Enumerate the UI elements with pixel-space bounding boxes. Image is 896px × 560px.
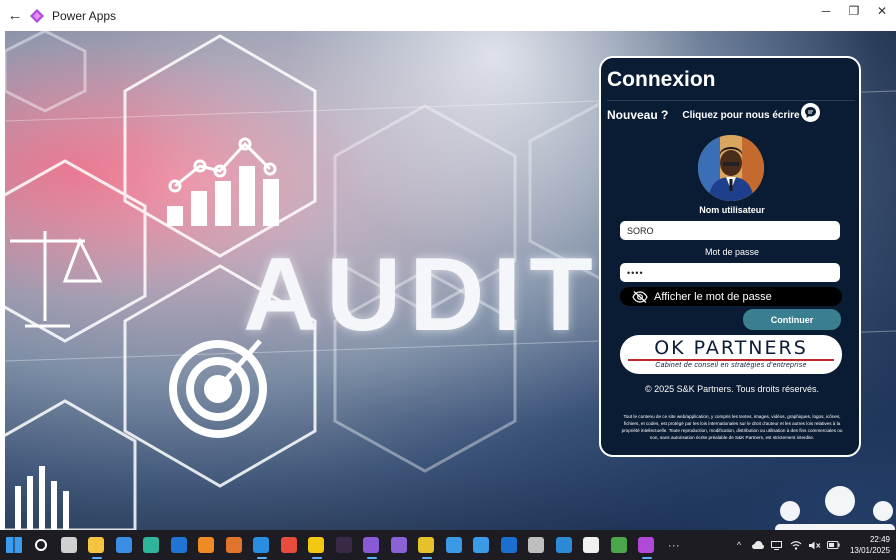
windows-start-icon [5, 537, 22, 553]
taskbar-item[interactable] [468, 530, 496, 560]
xampp-icon [198, 537, 215, 553]
close-button[interactable]: ✕ [868, 0, 896, 22]
taskbar-item[interactable] [83, 530, 111, 560]
taskbar-item[interactable] [193, 530, 221, 560]
microsoft-store-icon [115, 537, 132, 553]
eye-slash-icon [632, 290, 648, 303]
clock-date: 13/01/2025 [849, 546, 890, 555]
password-label: Mot de passe [704, 247, 760, 257]
new-user-label: Nouveau ? [607, 108, 669, 122]
clock-time: 22:49 [869, 535, 890, 544]
terminal-app-icon [335, 537, 352, 553]
taskbar-item[interactable] [633, 530, 661, 560]
visual-studio-icon [390, 537, 407, 553]
taskbar-item[interactable] [550, 530, 578, 560]
color-app-icon [280, 537, 297, 553]
battery-icon[interactable] [826, 530, 842, 560]
search-icon [35, 539, 48, 551]
taskbar-clock[interactable]: 22:49 13/01/2025 [850, 534, 890, 556]
taskbar-item[interactable] [28, 530, 56, 560]
show-password-label: Afficher le mot de passe [654, 290, 772, 303]
taskbar-item[interactable] [303, 530, 331, 560]
image-app-icon [610, 537, 627, 553]
taskbar-item[interactable] [330, 530, 358, 560]
legal-notice: Tout le contenu de ce site web/applicati… [621, 414, 843, 440]
display-tray-icon[interactable] [769, 530, 785, 560]
capcut-icon [583, 537, 600, 553]
logo-underline [628, 359, 834, 361]
taskbar-item[interactable] [440, 530, 468, 560]
password-field[interactable]: •••• [620, 263, 840, 282]
more-apps-icon: ··· [667, 538, 680, 552]
continue-button[interactable]: Continuer [743, 309, 841, 330]
media-app-icon [363, 537, 380, 553]
taskbar-item[interactable] [275, 530, 303, 560]
show-password-toggle[interactable]: Afficher le mot de passe [620, 287, 842, 306]
onedrive-sync-icon [445, 537, 462, 553]
matlab-icon [225, 537, 242, 553]
chat-bubble-icon [805, 107, 816, 118]
bar-chart-icon [15, 466, 69, 530]
taskbar-apps: ··· [0, 530, 688, 560]
copyright-text: © 2025 S&K Partners. Tous droits réservé… [644, 384, 820, 394]
login-card: Connexion Nouveau ? Cliquez pour nous éc… [599, 56, 861, 457]
logo-tagline: Cabinet de conseil en stratégies d'entre… [655, 362, 807, 369]
system-tray: ^ 22:49 13/01/2025 [728, 530, 890, 560]
split-app-icon [555, 537, 572, 553]
powerbi-icon [308, 537, 325, 553]
taskbar-item[interactable] [110, 530, 138, 560]
cloud-app-icon [473, 537, 490, 553]
clock-app-icon [528, 537, 545, 553]
login-title: Connexion [607, 68, 716, 91]
restore-button[interactable]: ❐ [840, 0, 868, 22]
user-avatar [698, 135, 764, 201]
taskbar-item[interactable] [578, 530, 606, 560]
show-hidden-icons-chevron[interactable]: ^ [731, 530, 747, 560]
outlook-icon [170, 537, 187, 553]
wifi-icon[interactable] [788, 530, 804, 560]
taskbar-item[interactable] [0, 530, 28, 560]
minimize-button[interactable]: ─ [812, 0, 840, 22]
username-label: Nom utilisateur [699, 205, 765, 215]
taskbar-item[interactable] [495, 530, 523, 560]
window-titlebar: ← Power Apps ─ ❐ ✕ [0, 0, 896, 31]
logo-wordmark: OK PARTNERS [654, 337, 808, 359]
vscode-icon [253, 537, 270, 553]
justice-scale-icon [10, 231, 103, 328]
taskbar-item[interactable] [220, 530, 248, 560]
growth-chart-icon [167, 137, 279, 226]
taskbar-item[interactable] [413, 530, 441, 560]
avatar-portrait-icon [698, 135, 764, 201]
people-group-icon [775, 486, 895, 530]
chrome-icon [418, 537, 435, 553]
company-logo: OK PARTNERS Cabinet de conseil en straté… [620, 335, 842, 374]
chat-button[interactable] [801, 103, 820, 122]
title-divider [607, 100, 855, 101]
power-apps-logo-icon [30, 8, 44, 23]
azure-app-icon [500, 537, 517, 553]
taskbar-item[interactable] [55, 530, 83, 560]
taskbar-item[interactable] [385, 530, 413, 560]
taskbar-item[interactable] [523, 530, 551, 560]
username-field[interactable]: SORO [620, 221, 840, 240]
taskbar-item[interactable] [138, 530, 166, 560]
taskbar-item[interactable] [358, 530, 386, 560]
audit-headline: AUDIT [243, 237, 601, 353]
task-view-icon [60, 537, 77, 553]
window-title: Power Apps [52, 8, 117, 23]
power-apps-icon [638, 537, 655, 553]
volume-muted-icon[interactable] [807, 530, 823, 560]
taskbar-item[interactable] [248, 530, 276, 560]
sway-icon [143, 537, 160, 553]
file-explorer-icon [88, 537, 105, 553]
taskbar-item[interactable] [165, 530, 193, 560]
taskbar-item[interactable] [605, 530, 633, 560]
contact-link[interactable]: Cliquez pour nous écrire [682, 110, 799, 121]
onedrive-tray-icon[interactable] [750, 530, 766, 560]
taskbar-item[interactable]: ··· [660, 530, 688, 560]
back-arrow-icon[interactable]: ← [0, 0, 30, 31]
